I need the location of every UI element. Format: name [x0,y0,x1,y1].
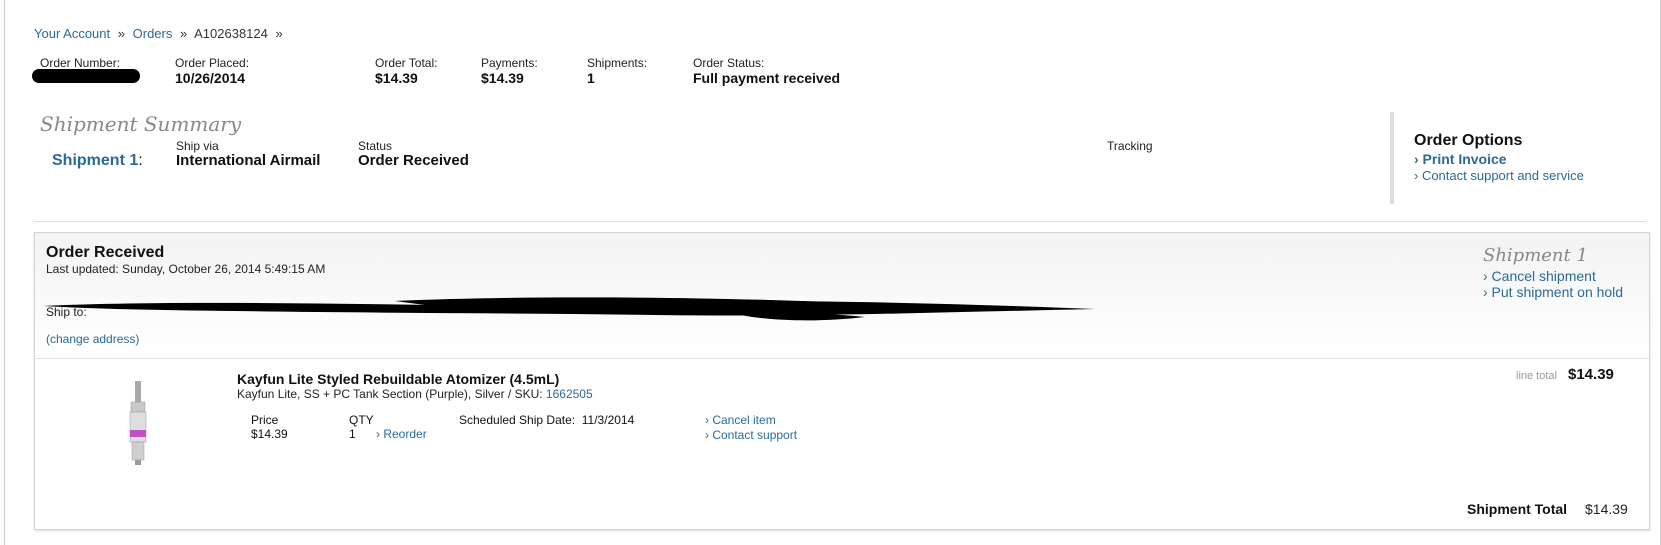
contact-support-link[interactable]: › Contact support [705,428,797,442]
product-description: Kayfun Lite, SS + PC Tank Section (Purpl… [237,387,593,401]
order-options-title: Order Options [1414,132,1523,149]
cancel-item-link[interactable]: › Cancel item [705,413,776,427]
order-number-redaction [32,69,140,83]
breadcrumb-separator: » [275,26,283,41]
product-sku-link[interactable]: 1662505 [546,387,593,401]
qty-value: 1 [349,427,356,441]
reorder-link[interactable]: › Reorder [376,427,427,441]
price-value: $14.39 [251,427,288,441]
order-placed-label: Order Placed: [175,56,250,70]
payments-label: Payments: [481,56,538,70]
order-total-value: $14.39 [375,70,418,86]
ship-via-value: International Airmail [176,152,321,169]
qty-label: QTY [349,413,374,427]
shipment-1-link[interactable]: Shipment 1 [52,152,138,169]
product-name: Kayfun Lite Styled Rebuildable Atomizer … [237,371,560,387]
shipment-panel: Order Received Last updated: Sunday, Oct… [34,232,1650,530]
contact-support-service-link[interactable]: › Contact support and service [1414,168,1584,183]
product-variant-text: Kayfun Lite, SS + PC Tank Section (Purpl… [237,387,546,401]
shipment-total-label: Shipment Total [1467,501,1568,517]
last-updated-text: Last updated: Sunday, October 26, 2014 5… [46,262,326,276]
breadcrumb-your-account[interactable]: Your Account [34,26,110,41]
line-total-label: line total [1516,370,1557,382]
shipment-summary-title: Shipment Summary [40,112,242,136]
scheduled-ship-date-label: Scheduled Ship Date: [459,413,576,427]
order-status-label: Order Status: [693,56,765,70]
breadcrumb-order-id: A102638124 [194,26,268,41]
price-label: Price [251,413,279,427]
shipment-1-title: Shipment 1 [1483,245,1588,266]
print-invoice-link[interactable]: › Print Invoice [1414,151,1507,167]
ship-to-address-redaction [43,297,1095,321]
put-shipment-on-hold-link[interactable]: › Put shipment on hold [1483,284,1623,300]
breadcrumb-separator: » [179,26,188,41]
order-total-label: Order Total: [375,56,438,70]
cancel-shipment-link[interactable]: › Cancel shipment [1483,268,1596,284]
scheduled-ship-date-value: 11/3/2014 [581,413,635,427]
shipment-link-colon: : [138,152,143,169]
shipments-value: 1 [587,70,595,86]
breadcrumb-orders[interactable]: Orders [133,26,173,41]
scheduled-ship-date: Scheduled Ship Date: 11/3/2014 [459,413,634,427]
divider [34,221,1646,222]
shipments-label: Shipments: [587,56,648,70]
product-image-atomizer [65,378,215,468]
ship-via-label: Ship via [176,139,219,153]
summary-status-label: Status [358,139,393,153]
shipment-1-summary: Shipment 1: [52,152,143,170]
order-number-label: Order Number: [40,56,121,70]
order-options-box: Order Options › Print Invoice › Contact … [1390,112,1654,204]
shipment-total-value: $14.39 [1585,501,1628,517]
summary-status-value: Order Received [358,152,469,169]
tracking-label: Tracking [1107,139,1153,153]
shipment-status-title: Order Received [46,244,165,261]
order-placed-value: 10/26/2014 [175,70,246,86]
payments-value: $14.39 [481,70,524,86]
breadcrumb-separator: » [117,26,125,41]
change-address-link[interactable]: (change address) [46,332,139,346]
breadcrumb: Your Account » Orders » A102638124 » [34,26,287,41]
line-total-value: $14.39 [1568,366,1614,383]
order-status-value: Full payment received [693,70,841,86]
